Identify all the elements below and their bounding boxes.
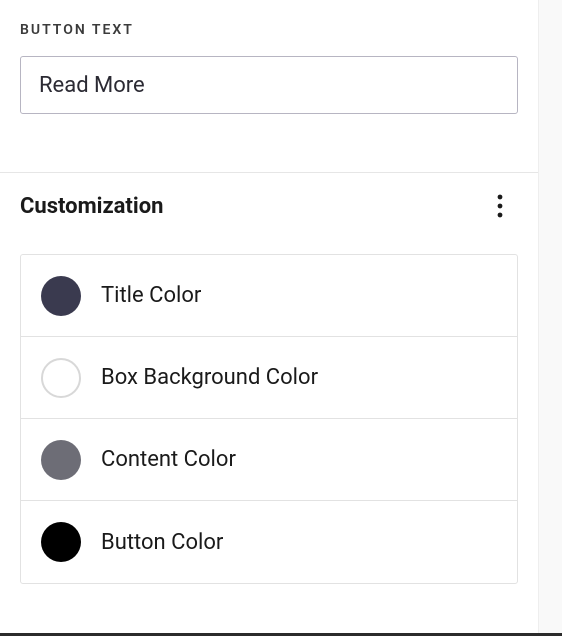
color-row-button-color[interactable]: Button Color: [21, 501, 517, 583]
color-row-content-color[interactable]: Content Color: [21, 419, 517, 501]
color-swatch: [41, 440, 81, 480]
section-divider: [0, 172, 542, 173]
color-swatch: [41, 522, 81, 562]
color-label: Box Background Color: [101, 365, 318, 390]
color-label: Button Color: [101, 530, 223, 555]
kebab-icon: [497, 194, 503, 218]
color-label: Content Color: [101, 447, 236, 472]
customization-title: Customization: [20, 194, 163, 219]
button-text-label: BUTTON TEXT: [20, 22, 518, 38]
more-options-button[interactable]: [482, 188, 518, 224]
color-swatch: [41, 276, 81, 316]
color-swatch: [41, 358, 81, 398]
customization-header: Customization: [0, 162, 538, 254]
color-row-title-color[interactable]: Title Color: [21, 255, 517, 337]
color-label: Title Color: [101, 283, 201, 308]
scrollbar-track[interactable]: [538, 0, 562, 636]
settings-panel: BUTTON TEXT Customization Title Color Bo…: [0, 0, 538, 636]
customization-color-list: Title Color Box Background Color Content…: [20, 254, 518, 584]
button-text-input[interactable]: [20, 56, 518, 114]
color-row-box-background-color[interactable]: Box Background Color: [21, 337, 517, 419]
button-text-section: BUTTON TEXT: [0, 0, 538, 144]
